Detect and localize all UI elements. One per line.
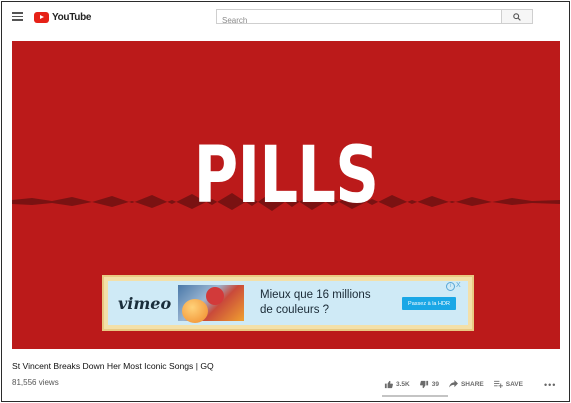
thumbs-down-icon: [419, 380, 428, 388]
like-ratio-bar: [382, 395, 448, 397]
search-button[interactable]: [501, 9, 533, 24]
video-title: St Vincent Breaks Down Her Most Iconic S…: [12, 361, 214, 371]
thumbs-up-icon: [384, 380, 393, 388]
overlay-ad[interactable]: vimeo Mieux que 16 millions de couleurs …: [102, 275, 474, 331]
ad-info-icon[interactable]: i: [446, 282, 455, 291]
playlist-add-icon: [493, 380, 503, 388]
ad-headline-line1: Mieux que 16 millions: [260, 289, 371, 301]
ad-image: [178, 285, 244, 323]
search-input[interactable]: [217, 14, 506, 27]
dislike-button[interactable]: 39: [419, 380, 439, 389]
share-icon: [449, 380, 458, 388]
menu-icon[interactable]: [12, 12, 23, 21]
search-icon: [513, 12, 521, 21]
like-button[interactable]: 3.5K: [384, 380, 410, 389]
browser-frame: YouTube PILLS vimeo Mieux qu: [1, 1, 570, 402]
video-player[interactable]: PILLS vimeo Mieux que 16 millions de cou…: [12, 41, 560, 349]
logo-wordmark: YouTube: [52, 11, 92, 23]
ad-headline: Mieux que 16 millions de couleurs ?: [260, 288, 371, 318]
more-actions-button[interactable]: •••: [544, 380, 556, 390]
youtube-header: YouTube: [2, 2, 569, 32]
ad-headline-line2: de couleurs ?: [260, 304, 330, 316]
ad-close-button[interactable]: X: [456, 282, 461, 289]
save-button[interactable]: SAVE: [493, 380, 523, 388]
video-actions: 3.5K 39 SHARE SAVE: [384, 378, 533, 390]
share-button[interactable]: SHARE: [449, 380, 484, 388]
ad-content[interactable]: vimeo Mieux que 16 millions de couleurs …: [108, 281, 468, 325]
like-count: 3.5K: [396, 380, 410, 388]
view-count: 81,556 views: [12, 378, 59, 387]
share-label: SHARE: [460, 380, 484, 388]
dislike-count: 39: [431, 380, 439, 388]
ad-cta-button[interactable]: Passez à la HDR: [402, 297, 456, 310]
ad-brand-logo: vimeo: [118, 294, 172, 313]
video-overlay-title: PILLS: [193, 131, 379, 221]
youtube-play-icon: [34, 11, 49, 23]
save-label: SAVE: [505, 380, 523, 388]
youtube-logo[interactable]: YouTube: [34, 11, 92, 23]
search-box: [216, 9, 506, 27]
